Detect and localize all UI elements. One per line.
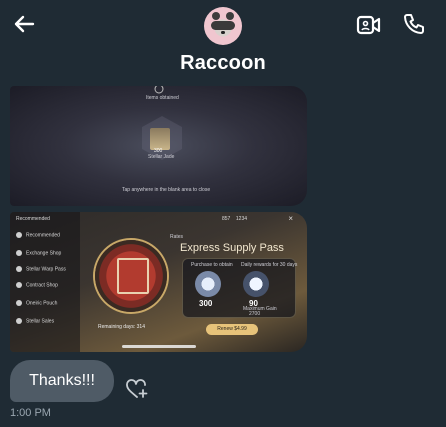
remaining-days: Remaining days: 314 [98, 324, 145, 330]
stellar-jade-icon [195, 271, 221, 297]
contract-icon [16, 282, 22, 288]
nav-item: Exchange Shop [26, 250, 62, 257]
avatar-ear-right [226, 12, 234, 20]
nav-item: Stellar Sales [26, 318, 55, 325]
nav-item: Recommended [26, 232, 60, 239]
video-call-button[interactable] [356, 13, 382, 37]
supply-pass-emblem [95, 240, 167, 312]
renew-button: Renew $4.99 [206, 324, 258, 335]
item-name: Stellar Jade [148, 154, 175, 160]
currency-value: 1234 [235, 216, 248, 222]
currency-bar: 857 1234 [222, 216, 247, 222]
sidebar-title: Recommended [16, 216, 50, 222]
purchase-label: Purchase to obtain [191, 262, 233, 268]
sales-icon [16, 318, 22, 324]
daily-label: Daily rewards for 30 days [241, 262, 298, 268]
avatar[interactable] [204, 7, 242, 45]
recommended-icon [16, 232, 22, 238]
avatar-mask [211, 21, 235, 30]
currency-value: 857 [222, 216, 231, 222]
react-button[interactable] [125, 378, 149, 400]
message-timestamp: 1:00 PM [10, 407, 51, 419]
pass-rewards-card: Purchase to obtain Daily rewards for 30 … [182, 258, 298, 318]
heart-plus-icon [126, 379, 148, 398]
reward-icon [154, 86, 164, 94]
purchase-value: 300 [199, 299, 213, 308]
nav-item: Oneiric Pouch [26, 300, 58, 307]
pouch-icon [16, 300, 22, 306]
nav-item: Stellar Warp Pass [26, 266, 66, 273]
contact-name[interactable]: Raccoon [0, 52, 446, 75]
items-obtained-label: Items obtained [146, 95, 179, 101]
close-icon: × [288, 214, 293, 223]
voice-call-button[interactable] [402, 12, 426, 36]
warp-icon [16, 266, 22, 272]
oneiric-shard-icon [243, 271, 269, 297]
back-button[interactable] [12, 12, 36, 36]
close-hint: Tap anywhere in the blank area to close [122, 187, 211, 193]
avatar-ear-left [212, 12, 220, 20]
arrow-left-icon [14, 15, 35, 33]
video-call-icon [356, 15, 381, 35]
image-message-items-obtained[interactable]: Items obtained 300 Stellar Jade Tap anyw… [10, 86, 307, 206]
stellar-jade-icon [150, 128, 170, 150]
phone-icon [404, 14, 424, 34]
shop-icon [16, 250, 22, 256]
max-gain-value: 2700 [249, 311, 261, 317]
nav-item: Contract Shop [26, 282, 58, 289]
book-icon [117, 258, 149, 294]
message-bubble[interactable]: Thanks!!! [10, 360, 114, 402]
pass-title: Express Supply Pass [180, 242, 284, 254]
chat-header: Raccoon [0, 0, 446, 80]
image-message-express-supply-pass[interactable]: Recommended Recommended Exchange Shop St… [10, 212, 307, 352]
home-indicator [122, 345, 196, 348]
shop-sidebar: Recommended Recommended Exchange Shop St… [10, 212, 80, 352]
rates-tag: Rates [170, 234, 184, 240]
avatar-nose [221, 31, 225, 34]
